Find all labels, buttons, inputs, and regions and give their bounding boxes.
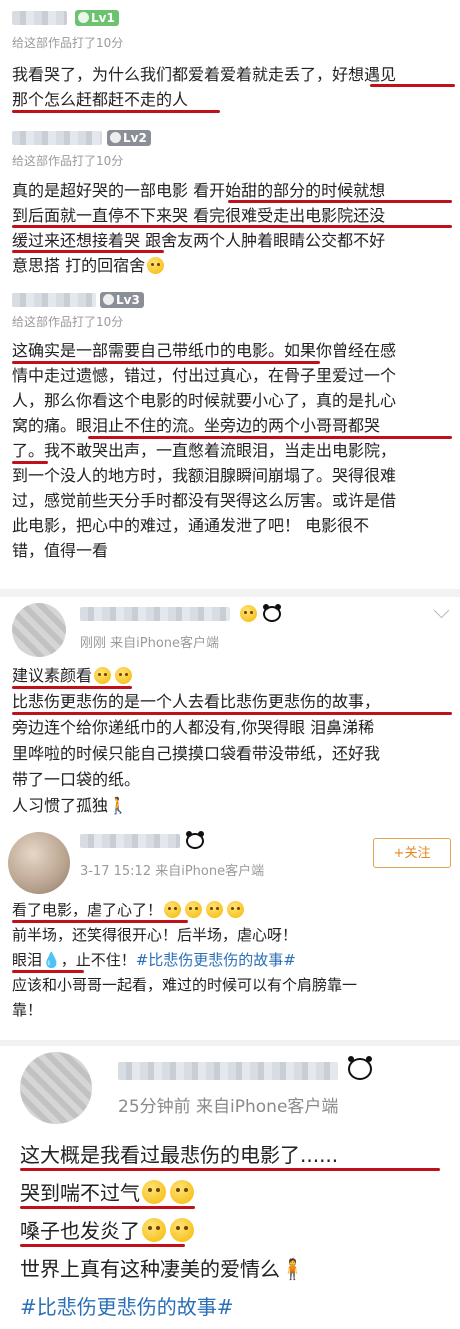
dizzy-emoji-icon	[142, 1180, 166, 1204]
chevron-down-icon[interactable]	[433, 602, 450, 619]
sad-emoji-icon	[227, 901, 245, 918]
panda-icon	[348, 1056, 372, 1080]
panda-icon	[186, 831, 204, 849]
highlight-underline	[20, 1244, 185, 1247]
username-blurred[interactable]	[118, 1062, 338, 1080]
thinking-emoji-icon	[142, 1218, 166, 1242]
level-badge: Lv1	[75, 10, 119, 26]
review-line: 窝的痛。眼泪止不住的流。坐旁边的两个小哥哥都哭	[12, 416, 381, 435]
review-line: 了。我不敢哭出声，一直憋着流眼泪，当走出电影院，	[12, 441, 397, 460]
review-line: 这确实是一部需要自己带纸巾的电影。如果你曾经在感	[12, 341, 397, 360]
review-line: 错，值得一看	[12, 541, 109, 560]
highlight-underline	[12, 920, 188, 923]
sad-emoji-icon	[164, 901, 182, 918]
review-text: 这确实是一部需要自己带纸巾的电影。如果你曾经在感 情中走过遗憾，错过，付出过真心…	[12, 338, 452, 563]
highlight-underline	[12, 686, 132, 689]
review-line: 那个怎么赶都赶不走的人	[12, 90, 189, 109]
review-line: 此电影，把心中的难过，通通发泄了吧！ 电影很不	[12, 516, 370, 535]
level-icon	[110, 132, 121, 143]
hashtag-link[interactable]: #比悲伤更悲伤的故事#	[20, 1288, 450, 1326]
highlight-underline	[12, 225, 452, 228]
review-line: 过，感觉前些天分手时都没有哭得这么厉害。或许是借	[12, 491, 397, 510]
sad-emoji-icon	[185, 901, 203, 918]
divider	[0, 589, 460, 597]
highlight-underline	[12, 250, 164, 253]
review-text: 我看哭了，为什么我们都爱着爱着就走丢了，好想遇见 那个怎么赶都赶不走的人	[12, 62, 452, 112]
panda-icon	[263, 604, 281, 622]
post-meta: 3-17 15:12 来自iPhone客户端	[80, 864, 265, 879]
droplet-icon: 💧	[42, 951, 61, 969]
eyes-emoji-icon	[115, 667, 133, 684]
avatar[interactable]	[12, 603, 66, 657]
level-icon	[103, 294, 114, 305]
review-2: Lv2 给这部作品打了10分 真的是超好哭的一部电影 看开始甜的部分的时候就想 …	[0, 122, 460, 290]
review-1: Lv1 给这部作品打了10分 我看哭了，为什么我们都爱着爱着就走丢了，好想遇见 …	[0, 0, 460, 113]
highlight-underline	[12, 461, 48, 464]
username-blurred[interactable]	[80, 834, 180, 848]
post-line: 前半场，还笑得很开心！后半场，虐心呀！	[12, 926, 298, 944]
review-line: 情中走过遗憾，错过，付出过真心，在骨子里爱过一个	[12, 366, 397, 385]
highlight-underline	[12, 361, 320, 364]
highlight-underline	[228, 200, 452, 203]
post-meta: 刚刚 来自iPhone客户端	[80, 636, 220, 651]
laughing-crying-emoji-icon	[147, 257, 165, 274]
level-icon	[78, 12, 89, 23]
highlight-underline	[12, 110, 220, 113]
highlight-underline	[370, 84, 455, 87]
post-line: 旁边连个给你递纸巾的人都没有,你哭得眼 泪鼻涕稀	[12, 718, 375, 737]
level-badge: Lv2	[107, 130, 151, 146]
review-line: 到一个没人的地方时，我额泪腺瞬间崩塌了。哭得很难	[12, 466, 397, 485]
sleepy-emoji-icon	[170, 1180, 194, 1204]
rating-meta: 给这部作品打了10分	[12, 315, 124, 329]
review-text: 真的是超好哭的一部电影 看开始甜的部分的时候就想 到后面就一直停不下来哭 看完很…	[12, 178, 452, 278]
highlight-underline	[20, 1168, 440, 1171]
review-line: 意思搭 打的回宿舍	[12, 253, 452, 278]
post-text: 看了电影，虐了心了！ 前半场，还笑得很开心！后半场，虐心呀！ 眼泪💧，止不住！#…	[12, 898, 452, 1023]
post-line: 应该和小哥哥一起看，难过的时候可以有个肩膀靠一	[12, 976, 358, 994]
highlight-underline	[12, 712, 452, 715]
post-line: 人习惯了孤独🚶	[12, 796, 128, 815]
eyes-emoji-icon	[94, 667, 112, 684]
hashtag-link[interactable]: #比悲伤更悲伤的故事#	[136, 951, 296, 969]
review-3: Lv3 给这部作品打了10分 这确实是一部需要自己带纸巾的电影。如果你曾经在感 …	[0, 290, 460, 592]
username-blurred[interactable]	[12, 131, 102, 145]
username-blurred[interactable]	[12, 293, 96, 307]
post-line: 里哗啦的时候只能自己摸摸口袋看带没带纸，还好我	[12, 744, 381, 763]
post-line: 带了一口袋的纸。	[12, 770, 141, 789]
medal-icon	[240, 605, 257, 622]
post-text: 这大概是我看过最悲伤的电影了...... 哭到喘不过气 嗓子也发炎了 世界上真有…	[20, 1136, 450, 1326]
weibo-post-1: 刚刚 来自iPhone客户端 建议素颜看 比悲伤更悲伤的是一个人去看比悲伤更悲伤…	[0, 597, 460, 822]
rating-meta: 给这部作品打了10分	[12, 154, 124, 168]
sad-emoji-icon	[206, 901, 224, 918]
username-blurred[interactable]	[12, 11, 67, 25]
avatar[interactable]	[20, 1052, 92, 1124]
avatar[interactable]	[8, 832, 70, 894]
weibo-post-3: 25分钟前 来自iPhone客户端 这大概是我看过最悲伤的电影了...... 哭…	[0, 1046, 460, 1329]
rating-meta: 给这部作品打了10分	[12, 36, 124, 50]
person-icon: 🧍	[280, 1257, 305, 1281]
highlight-underline	[88, 436, 452, 439]
highlight-underline	[20, 1206, 195, 1209]
follow-button[interactable]: +关注	[373, 838, 451, 868]
post-line: 世界上真有这种凄美的爱情么🧍	[20, 1257, 305, 1281]
level-badge: Lv3	[100, 292, 144, 308]
thinking-emoji-icon	[170, 1218, 194, 1242]
highlight-underline	[12, 970, 84, 973]
username-blurred[interactable]	[80, 607, 230, 621]
walking-person-icon: 🚶	[108, 796, 128, 815]
weibo-post-2: 3-17 15:12 来自iPhone客户端 +关注 看了电影，虐了心了！ 前半…	[0, 822, 460, 1032]
review-line: 人，那么你看这个电影的时候就要小心了，真的是扎心	[12, 391, 397, 410]
post-line: 靠！	[12, 1001, 43, 1019]
post-meta: 25分钟前 来自iPhone客户端	[118, 1097, 339, 1117]
